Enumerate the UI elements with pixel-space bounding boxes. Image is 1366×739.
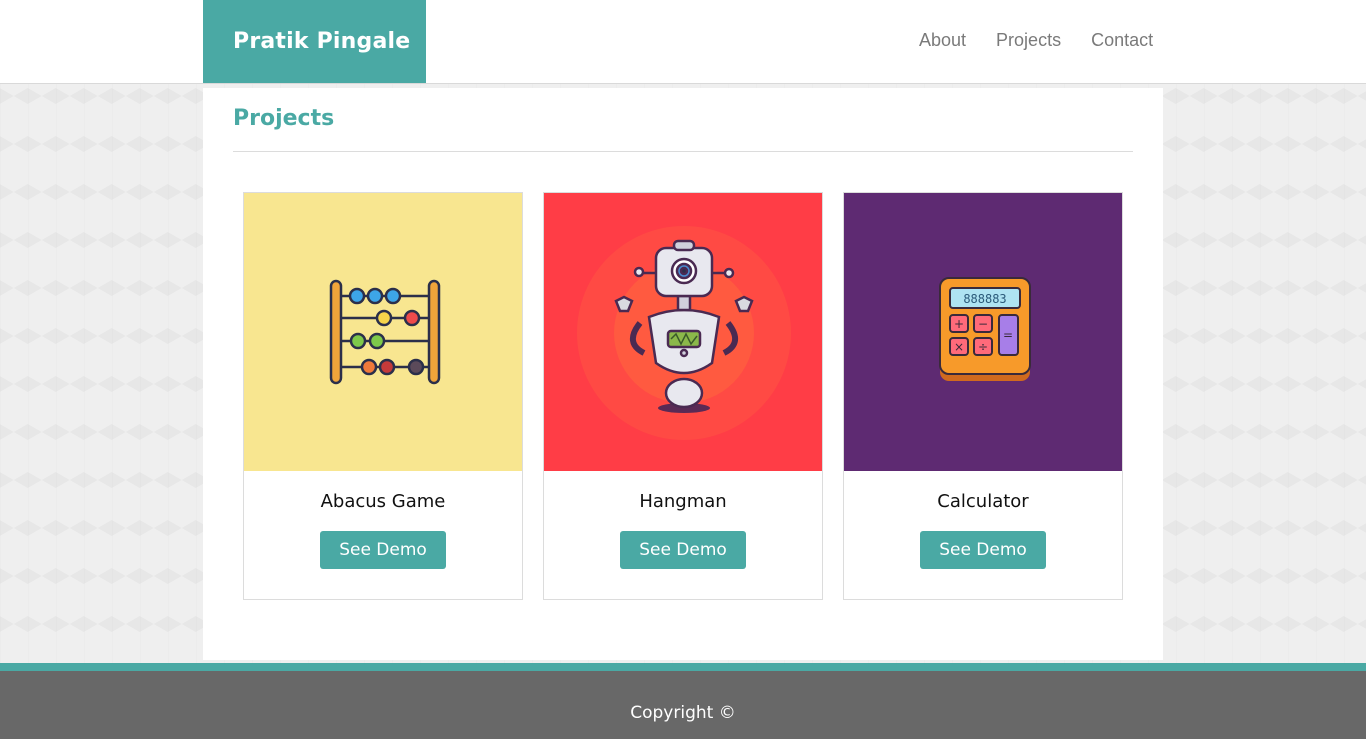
robot-icon	[577, 226, 791, 440]
project-thumbnail	[544, 193, 822, 471]
calculator-display: 888883	[963, 292, 1006, 306]
project-card-abacus: Abacus Game See Demo	[243, 192, 523, 600]
project-name: Calculator	[937, 491, 1029, 512]
project-card-hangman: Hangman See Demo	[543, 192, 823, 600]
svg-text:=: =	[1003, 328, 1013, 342]
svg-text:÷: ÷	[978, 340, 988, 354]
copyright-text: Copyright ©	[630, 703, 736, 723]
project-thumbnail	[244, 193, 522, 471]
project-name: Hangman	[639, 491, 727, 512]
project-thumbnail: 888883 + − × ÷ =	[844, 193, 1122, 471]
brand-logo[interactable]: Pratik Pingale	[203, 0, 426, 83]
svg-text:−: −	[978, 317, 988, 331]
abacus-icon	[329, 279, 441, 385]
section-title: Projects	[233, 106, 335, 131]
main-nav: About Projects Contact	[919, 30, 1183, 51]
nav-projects[interactable]: Projects	[996, 30, 1061, 51]
see-demo-button[interactable]: See Demo	[920, 531, 1046, 569]
see-demo-button[interactable]: See Demo	[320, 531, 446, 569]
site-header: Pratik Pingale About Projects Contact	[0, 0, 1366, 84]
project-name: Abacus Game	[320, 491, 446, 512]
section-divider	[233, 151, 1133, 152]
calculator-icon: 888883 + − × ÷ =	[939, 277, 1031, 381]
project-card-calculator: 888883 + − × ÷ = Calculator See Demo	[843, 192, 1123, 600]
svg-text:×: ×	[954, 340, 964, 354]
svg-text:+: +	[954, 317, 964, 331]
projects-section: Projects Abacus Game See Demo Hangman Se…	[203, 88, 1163, 660]
nav-about[interactable]: About	[919, 30, 966, 51]
nav-contact[interactable]: Contact	[1091, 30, 1153, 51]
site-footer: Copyright ©	[0, 663, 1366, 739]
see-demo-button[interactable]: See Demo	[620, 531, 746, 569]
